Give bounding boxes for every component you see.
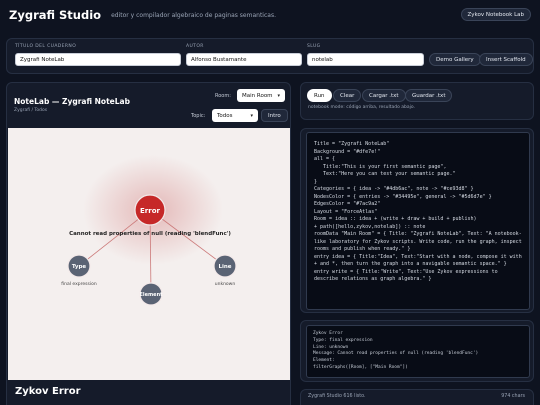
notebook-mode-note: notebook mode: código arriba, resultado … [308,105,415,110]
code-line: like laboratory for Zykov scripts. Write… [314,238,522,245]
title-field-group: TÍTULO DEL CUADERNO Zygrafi NoteLab [15,44,181,66]
code-line: describe relations as graph algebra." } [314,276,432,282]
room-label: Room: [215,93,231,99]
author-input[interactable]: Alfonso Bustamante [186,53,302,66]
slug-field-group: SLUG notelab [307,44,424,66]
code-line: Background = "#dfe7e!" [314,148,381,155]
chevron-down-icon: ▾ [250,112,253,119]
error-log-line: Type: final expression [313,337,373,343]
code-line: Text:"Here you can test your semantic pa… [314,171,456,177]
room-select-value: Main Room [242,92,273,99]
clear-button[interactable]: Clear [333,89,362,102]
status-text: Zygrafi Studio 616 listo. [308,394,366,399]
node-type-sublabel: final expression [61,281,97,287]
error-log-line: Message: Cannot read properties of null … [313,351,479,357]
char-count: 974 chars [501,394,525,399]
chevron-down-icon: ▾ [277,92,280,99]
run-button[interactable]: Run [307,89,332,102]
metadata-panel: TÍTULO DEL CUADERNO Zygrafi NoteLab AUTO… [6,38,534,74]
notebook-lab-button[interactable]: Zykov Notebook Lab [460,8,531,21]
graph-svg: Error Cannot read properties of null (re… [61,194,237,306]
title-field-label: TÍTULO DEL CUADERNO [15,44,77,49]
error-log: Zykov Error Type: final expression Line: u… [306,325,530,378]
author-field-label: AUTOR [186,44,204,49]
code-line: NodesColor = { entries -> "#34495e", gen… [314,193,492,200]
error-panel: Zykov Error Type: final expression Line: u… [300,320,534,382]
topic-select-value: Todos [217,112,233,119]
load-txt-button[interactable]: Cargar .txt [362,89,406,102]
code-line: all = { [314,156,336,162]
graph-canvas[interactable]: Error Cannot read properties of null (re… [8,128,290,380]
top-bar: Zygrafi Studio editor y compilador algeb… [0,0,540,30]
error-message: Cannot read properties of null (reading … [69,231,231,237]
node-error-label: Error [140,207,160,215]
app-title: Zygrafi Studio [9,8,102,22]
insert-scaffold-button[interactable]: Insert Scaffold [479,53,533,66]
node-line-label: Line [218,264,231,270]
zykov-error-heading: Zykov Error [15,386,81,397]
code-line: rooms and publish when ready." } [314,246,411,252]
app-tagline: editor y compilador algebraico de pagina… [111,11,276,19]
code-line: + and *, then turn the graph into a navi… [314,261,507,267]
node-type-label: Type [72,264,87,270]
error-log-line: Zykov Error [313,331,343,336]
graph-panel: NoteLab — Zygrafi NoteLab Zygrafi / Todo… [6,82,291,405]
slug-input[interactable]: notelab [307,53,424,66]
node-element-label: Element [139,292,163,298]
topic-label: Topic: [191,113,206,119]
topic-select[interactable]: Todos ▾ [212,109,258,122]
code-toolbar: Run Clear Cargar .txt Guardar .txt noteb… [300,82,534,120]
code-panel: Title = "Zygrafi NoteLab" Background = "#… [300,128,534,313]
graph-panel-subtitle: Zygrafi / Todos [14,108,48,113]
code-line: Layout = "ForceAtlas" [314,208,378,215]
code-line: Room = idea :: idea + (write + draw + bu… [314,216,477,222]
save-txt-button[interactable]: Guardar .txt [405,89,453,102]
code-line: EdgesColor = "#7ac9a2" [314,201,381,207]
code-line: Title = "Zygrafi NoteLab" [314,141,390,147]
code-editor[interactable]: Title = "Zygrafi NoteLab" Background = "#… [306,132,530,310]
code-line: entry write = { Title:"Write", Text:"Use… [314,268,498,275]
error-log-line: filterGraphs([Room], ["Main Room"]) [313,364,408,370]
slug-field-label: SLUG [307,44,321,49]
code-line: Title:"This is your first semantic page"… [314,163,447,170]
author-field-group: AUTOR Alfonso Bustamante [186,44,302,66]
room-select[interactable]: Main Room ▾ [237,89,285,102]
code-line: Categories = { idea -> "#4db6ac", note -… [314,186,474,192]
node-line-sublabel: unknown [215,281,236,287]
error-log-line: Element: [313,358,335,364]
code-line: roomData "Main Room" = { Title: "Zygrafi… [314,231,522,237]
graph-panel-title: NoteLab — Zygrafi NoteLab [14,97,130,106]
code-line: + path([hello,zykov,notelab]) :: note [314,223,426,230]
code-line: entry idea = { Title:"Idea", Text:"Start… [314,253,522,260]
demo-gallery-button[interactable]: Demo Gallery [429,53,481,66]
graph-panel-footer: Zykov Error [7,381,290,405]
code-line: } [314,178,318,185]
status-bar: Zygrafi Studio 616 listo. 974 chars [300,389,534,405]
title-input[interactable]: Zygrafi NoteLab [15,53,181,66]
intro-button[interactable]: Intro [261,109,288,122]
